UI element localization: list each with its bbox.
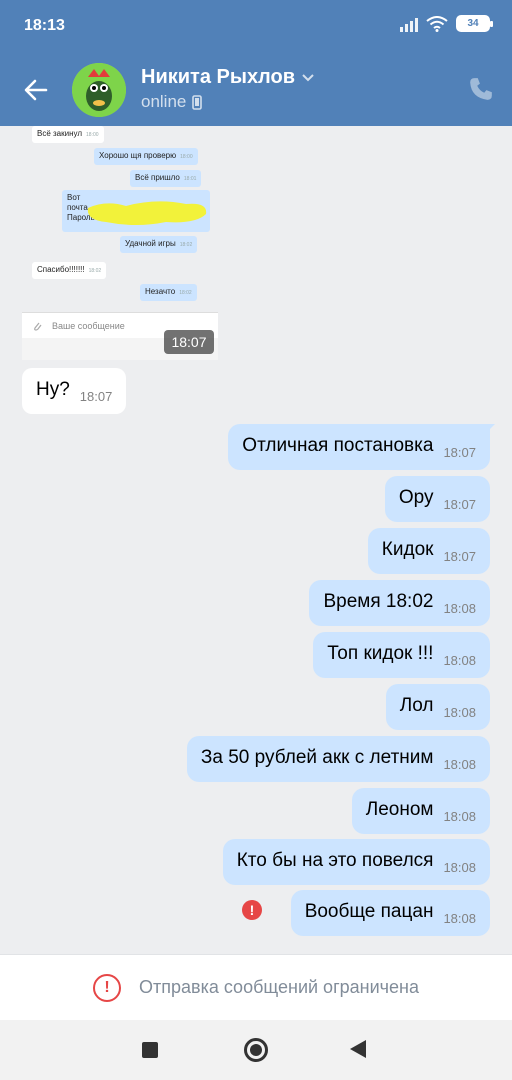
message-bubble-outgoing[interactable]: За 50 рублей акк с летним 18:08: [186, 736, 490, 782]
phone-icon[interactable]: [468, 76, 494, 102]
screenshot-image[interactable]: Всё закинул 18:00 Хорошо щя проверю 18:00 …: [22, 126, 218, 486]
chat-area[interactable]: Всё закинул 18:00 Хорошо щя проверю 18:00 …: [0, 126, 512, 954]
signal-icon: [400, 16, 418, 32]
message-bubble-outgoing[interactable]: Кидок 18:07: [367, 528, 490, 574]
message-text: Ну?: [36, 379, 70, 400]
mini-message: Спасибо!!!!!!! 18:02: [32, 262, 107, 279]
status-bar: 18:13 34: [0, 0, 512, 52]
message-time: 18:08: [443, 601, 476, 616]
mini-message: Хорошо щя проверю 18:00: [94, 148, 198, 165]
message-time: 18:08: [443, 911, 476, 926]
contact-name-label: Никита Рыхлов: [141, 66, 296, 88]
message-time: 18:08: [443, 705, 476, 720]
message-bubble-outgoing[interactable]: Время 18:02 18:08: [309, 580, 490, 626]
messaging-restricted-banner: ! Отправка сообщений ограничена: [0, 954, 512, 1020]
message-time: 18:07: [443, 445, 476, 460]
message-time: 18:08: [443, 860, 476, 875]
message-bubble-outgoing[interactable]: Леоном 18:08: [351, 788, 490, 834]
arrow-left-icon: [24, 79, 48, 101]
system-nav-bar: [0, 1020, 512, 1080]
status-time: 18:13: [24, 17, 65, 34]
message-text: Леоном: [365, 799, 434, 820]
message-bubble-outgoing[interactable]: Кто бы на это повелся 18:08: [222, 839, 490, 885]
message-time: 18:08: [443, 653, 476, 668]
home-icon[interactable]: [244, 1038, 268, 1062]
message-text: Ору: [398, 487, 434, 508]
message-bubble-outgoing[interactable]: Топ кидок !!! 18:08: [313, 632, 490, 678]
message-text: Кто бы на это повелся: [236, 850, 434, 871]
chevron-down-icon: [302, 73, 314, 81]
message-bubble-outgoing[interactable]: Лол 18:08: [385, 684, 490, 730]
image-time-badge: 18:07: [164, 330, 214, 354]
recent-apps-icon[interactable]: [142, 1042, 158, 1058]
wifi-icon: [426, 15, 448, 32]
message-bubble-incoming[interactable]: Ну? 18:07: [22, 368, 127, 414]
message-time: 18:07: [443, 497, 476, 512]
bubble-tail: [481, 424, 495, 438]
message-bubble-outgoing[interactable]: Ору 18:07: [384, 476, 490, 522]
message-text: За 50 рублей акк с летним: [200, 747, 434, 768]
mini-message: Удачной игры 18:02: [120, 236, 198, 253]
message-text: Топ кидок !!!: [327, 643, 434, 664]
paperclip-icon: [34, 322, 42, 331]
message-text: Вообще пацан: [304, 901, 434, 922]
message-bubble-outgoing[interactable]: Вообще пацан 18:08: [290, 890, 490, 936]
redaction-scribble: [87, 201, 207, 225]
restriction-text: Отправка сообщений ограничена: [139, 977, 419, 997]
message-text: Лол: [399, 695, 434, 716]
message-time: 18:08: [443, 809, 476, 824]
mobile-device-icon: [192, 94, 203, 110]
contact-status: online: [141, 92, 203, 112]
message-time: 18:08: [443, 757, 476, 772]
message-bubble-outgoing[interactable]: Отличная постановка 18:07: [228, 424, 495, 470]
chat-header: Никита Рыхлов online: [0, 52, 512, 126]
mini-message: Всё закинул 18:00: [32, 126, 104, 143]
mini-input-placeholder: Ваше сообщение: [52, 320, 125, 331]
message-text: Кидок: [381, 539, 434, 560]
back-button[interactable]: [16, 70, 56, 110]
battery-icon: 34: [456, 15, 493, 32]
online-status-label: online: [141, 92, 187, 111]
status-icons: 34: [400, 15, 493, 32]
avatar[interactable]: [72, 63, 126, 117]
message-time: 18:07: [443, 549, 476, 564]
mini-message: Всё пришло 18:01: [130, 170, 202, 187]
contact-name[interactable]: Никита Рыхлов: [141, 66, 315, 89]
avatar-image-icon: [72, 63, 126, 117]
message-text: Отличная постановка: [242, 435, 434, 456]
warning-icon: !: [93, 973, 121, 1002]
error-icon[interactable]: !: [242, 900, 262, 920]
message-time: 18:07: [79, 389, 113, 404]
message-text: Время 18:02: [323, 591, 434, 612]
mini-message: Незачто 18:02: [140, 284, 197, 301]
back-triangle-icon[interactable]: [350, 1040, 366, 1058]
